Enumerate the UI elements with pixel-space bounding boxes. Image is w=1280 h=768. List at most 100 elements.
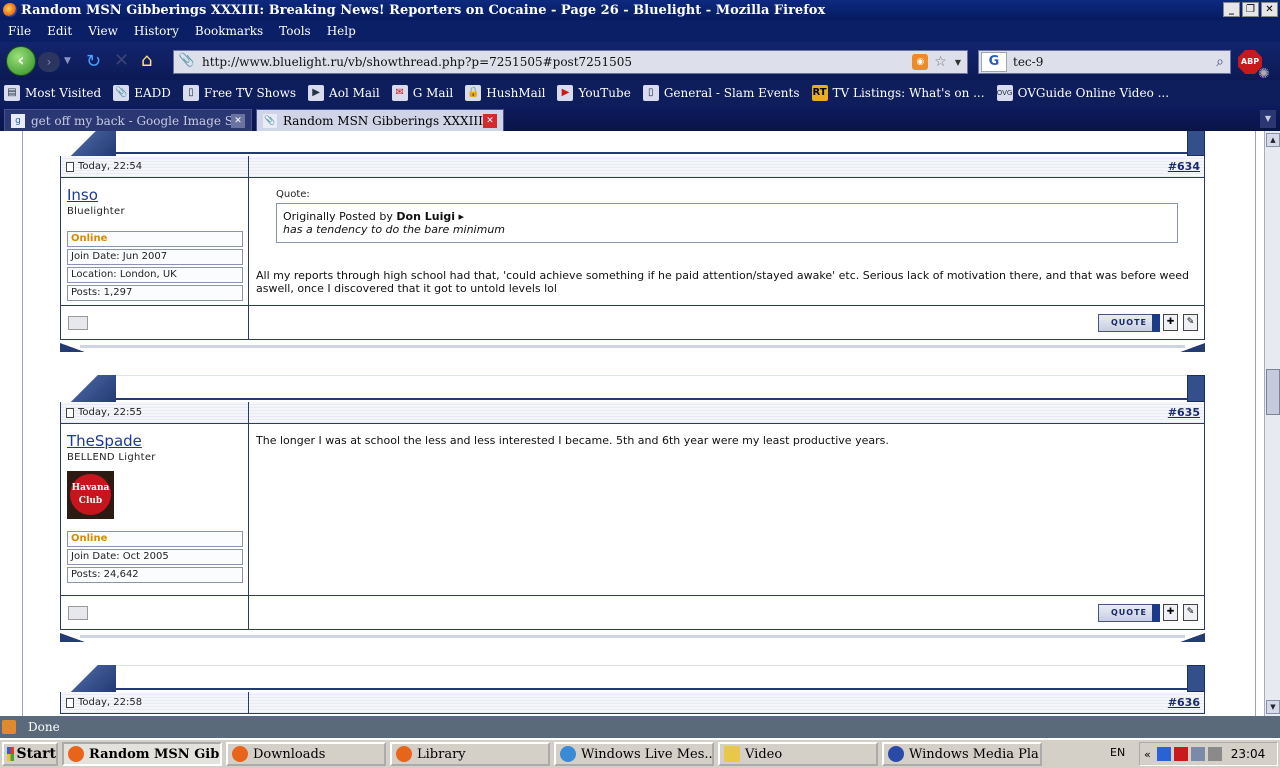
bookmark-aol-mail[interactable]: ▶ Aol Mail	[308, 85, 380, 101]
bookmark-eadd[interactable]: 📎 EADD	[113, 85, 171, 101]
forward-button[interactable]: ›	[38, 52, 60, 72]
list-all-tabs-icon[interactable]: ▼	[1260, 110, 1276, 128]
location: Location: London, UK	[67, 267, 243, 283]
post-body: TheSpade BELLEND Lighter Havana Club Onl…	[60, 424, 1205, 596]
post-body: Inso Bluelighter Online Join Date: Jun 2…	[60, 178, 1205, 306]
quick-reply-icon[interactable]: ✎	[1183, 604, 1198, 621]
quote-button[interactable]: QUOTE	[1098, 604, 1160, 622]
reputation-icon[interactable]	[68, 606, 88, 620]
messenger-icon	[560, 746, 576, 762]
menu-history[interactable]: History	[134, 24, 179, 38]
site-paperclip-icon: 📎	[178, 53, 196, 68]
tab-bluelight-thread[interactable]: 📎 Random MSN Gibberings XXXIII:... ✕	[256, 109, 504, 131]
quick-reply-icon[interactable]: ✎	[1183, 314, 1198, 331]
scroll-up-icon[interactable]: ▲	[1266, 133, 1280, 147]
url-dropdown-icon[interactable]: ▼	[955, 58, 961, 67]
menu-edit[interactable]: Edit	[47, 24, 72, 38]
taskbar-item-library[interactable]: Library	[390, 742, 550, 766]
volume-icon[interactable]	[1207, 747, 1222, 761]
menu-tools[interactable]: Tools	[279, 24, 311, 38]
home-icon[interactable]: ⌂	[141, 50, 152, 71]
scroll-down-icon[interactable]: ▼	[1266, 700, 1280, 714]
taskbar-item-downloads[interactable]: Downloads	[226, 742, 386, 766]
post-cap	[60, 665, 1205, 692]
title-bar: Random MSN Gibberings XXXIII: Breaking N…	[0, 0, 1280, 20]
vertical-scrollbar[interactable]: ▲ ▼	[1264, 131, 1280, 716]
youtube-icon: ▶	[557, 85, 574, 101]
post-number-link[interactable]: #636	[249, 692, 1204, 713]
tab-google-images[interactable]: g get off my back - Google Image Se... ✕	[4, 109, 252, 131]
bookmark-slam-events[interactable]: ▯ General - Slam Events	[642, 85, 800, 101]
status-text: Done	[28, 720, 60, 734]
page-icon: ▯	[182, 85, 199, 101]
url-bar[interactable]: 📎 http://www.bluelight.ru/vb/showthread.…	[173, 50, 968, 74]
avatar: Havana Club	[67, 471, 114, 519]
taskbar-item-video-folder[interactable]: Video	[718, 742, 878, 766]
username-link[interactable]: TheSpade	[67, 432, 242, 450]
google-favicon-icon: g	[11, 113, 25, 128]
security-icon[interactable]	[1173, 747, 1188, 761]
bookmark-youtube[interactable]: ▶ YouTube	[557, 85, 631, 101]
back-button[interactable]: ‹	[6, 46, 36, 76]
tab-strip: g get off my back - Google Image Se... ✕…	[0, 106, 1280, 131]
username-link[interactable]: Inso	[67, 186, 242, 204]
url-text[interactable]: http://www.bluelight.ru/vb/showthread.ph…	[202, 55, 912, 69]
taskbar-item-live-messenger[interactable]: Windows Live Mes...	[554, 742, 714, 766]
bookmark-hushmail[interactable]: 🔒 HushMail	[465, 85, 545, 101]
history-dropdown-icon[interactable]: ▼	[64, 56, 71, 66]
stop-icon[interactable]: ✕	[114, 50, 129, 71]
reputation-icon[interactable]	[68, 316, 88, 330]
quote-button[interactable]: QUOTE	[1098, 314, 1160, 332]
maximize-button[interactable]: ❐	[1242, 2, 1259, 17]
bookmark-star-icon[interactable]: ☆	[934, 54, 947, 70]
show-hidden-icons-icon[interactable]: «	[1144, 748, 1151, 761]
search-engine-icon[interactable]: G	[981, 52, 1007, 72]
bookmark-free-tv-shows[interactable]: ▯ Free TV Shows	[182, 85, 296, 101]
bookmark-most-visited[interactable]: ▤ Most Visited	[4, 85, 101, 101]
network-icon[interactable]	[1156, 747, 1171, 761]
online-status: Online	[67, 531, 243, 547]
post-footer: QUOTE ✚ ✎	[60, 596, 1205, 630]
menu-view[interactable]: View	[88, 24, 118, 38]
tab-close-icon[interactable]: ✕	[483, 113, 497, 128]
multi-quote-icon[interactable]: ✚	[1163, 314, 1178, 331]
taskbar-item-media-player[interactable]: Windows Media Pla...	[882, 742, 1042, 766]
bookmark-gmail[interactable]: ✉ G Mail	[391, 85, 453, 101]
rss-feed-icon[interactable]: ◉	[912, 54, 929, 70]
search-input[interactable]: tec-9	[1007, 55, 1216, 69]
reload-icon[interactable]: ↻	[86, 51, 101, 72]
display-icon[interactable]	[1190, 747, 1205, 761]
taskbar-item-firefox[interactable]: Random MSN Gib...	[62, 742, 222, 766]
post-number-link[interactable]: #635	[249, 402, 1204, 423]
paperclip-icon: 📎	[113, 85, 130, 101]
windows-logo-icon	[7, 747, 14, 761]
windows-taskbar: Start Random MSN Gib... Downloads Librar…	[0, 738, 1280, 768]
post-number-link[interactable]: #634	[249, 156, 1204, 177]
user-title: Bluelighter	[67, 206, 125, 217]
bookmark-ovguide[interactable]: OVG OVGuide Online Video ...	[996, 85, 1169, 101]
scrollbar-thumb[interactable]	[1266, 369, 1280, 415]
firefox-icon	[232, 746, 248, 762]
folder-icon	[724, 746, 740, 762]
menu-bar: File Edit View History Bookmarks Tools H…	[0, 20, 1280, 42]
start-button[interactable]: Start	[2, 742, 58, 766]
aol-icon: ▶	[308, 85, 325, 101]
multi-quote-icon[interactable]: ✚	[1163, 604, 1178, 621]
menu-file[interactable]: File	[8, 24, 31, 38]
post-bottom-trim	[60, 340, 1205, 354]
post-date: Today, 22:58	[78, 697, 143, 708]
search-icon[interactable]: ⌕	[1216, 54, 1224, 70]
bookmark-tv-listings[interactable]: RT TV Listings: What's on ...	[811, 85, 985, 101]
language-indicator[interactable]: EN	[1110, 746, 1125, 759]
menu-bookmarks[interactable]: Bookmarks	[195, 24, 263, 38]
tab-close-icon[interactable]: ✕	[231, 113, 245, 128]
view-post-icon[interactable]: ▸	[458, 210, 464, 223]
menu-help[interactable]: Help	[327, 24, 356, 38]
close-button[interactable]: ✕	[1261, 2, 1278, 17]
rt-icon: RT	[811, 85, 828, 101]
forum-post: Today, 22:54 #634 Inso Bluelighter Onlin…	[60, 131, 1205, 354]
minimize-button[interactable]: _	[1223, 2, 1240, 17]
firefox-icon	[3, 3, 17, 17]
post-date: Today, 22:55	[78, 407, 143, 418]
search-bar[interactable]: G tec-9 ⌕	[978, 50, 1231, 74]
